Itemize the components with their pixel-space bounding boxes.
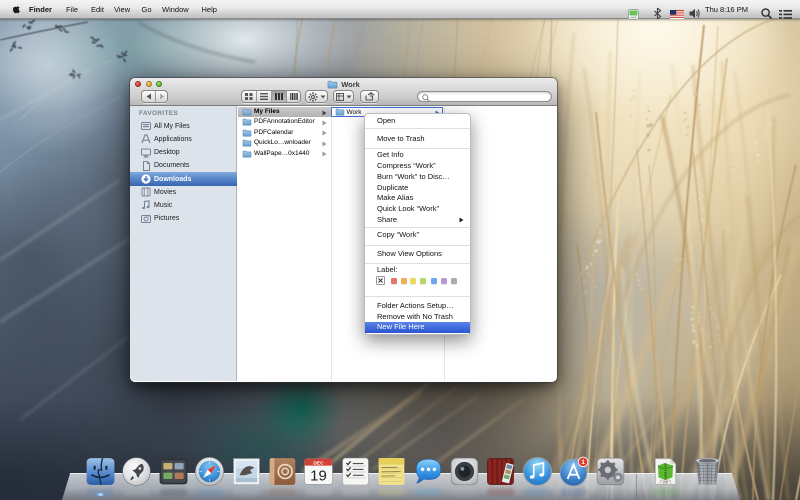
svg-text:19: 19 — [311, 467, 328, 484]
svg-text:1: 1 — [582, 459, 586, 466]
svg-text:ZIP: ZIP — [662, 480, 668, 484]
svg-text:DEC: DEC — [314, 460, 325, 466]
